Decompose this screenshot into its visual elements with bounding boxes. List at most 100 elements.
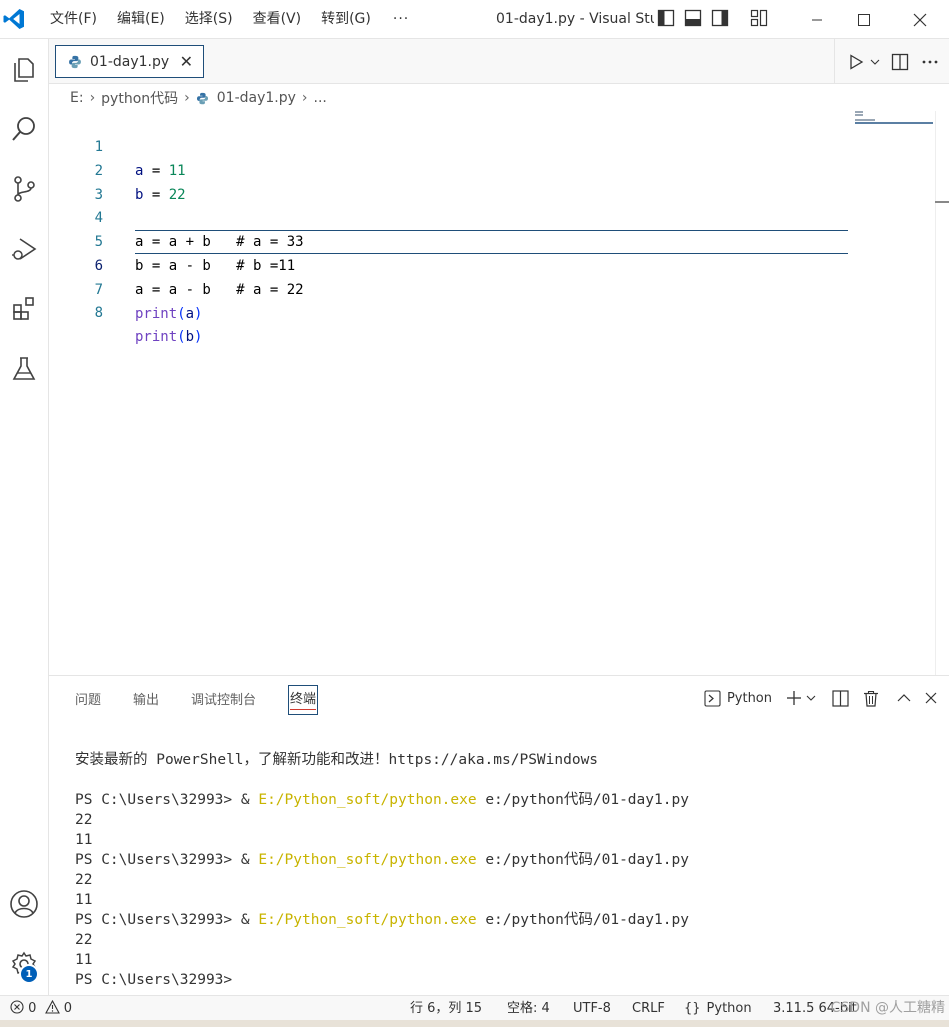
code-line: 8 print(b): [49, 277, 203, 345]
terminal-output-line: 22: [75, 812, 93, 828]
maximize-button[interactable]: [841, 0, 887, 39]
close-window-button[interactable]: [897, 0, 943, 39]
code-line-current: 6 a = a - b # a = 22: [49, 230, 304, 298]
toggle-secondary-sidebar-icon[interactable]: [711, 9, 729, 27]
run-dropdown-chevron-icon[interactable]: [869, 51, 881, 73]
window-title: 01-day1.py - Visual Studio Code: [496, 11, 654, 27]
toggle-panel-icon[interactable]: [684, 9, 702, 27]
code-line: 7 print(a): [49, 254, 203, 322]
problems-status[interactable]: 0 0: [10, 996, 72, 1021]
extensions-icon[interactable]: [0, 285, 48, 333]
run-debug-icon[interactable]: [0, 225, 48, 273]
close-tab-icon[interactable]: ✕: [180, 52, 193, 71]
menu-selection[interactable]: 选择(S): [175, 0, 243, 39]
line-number: 8: [94, 305, 103, 321]
breadcrumb-separator-icon: ›: [184, 90, 190, 106]
window-bottom-edge: [0, 1020, 949, 1027]
title-bar: 文件(F) 编辑(E) 选择(S) 查看(V) 转到(G) ··· 01-day…: [0, 0, 949, 39]
testing-icon[interactable]: [0, 345, 48, 393]
menu-more-button[interactable]: ···: [381, 11, 421, 27]
menu-view[interactable]: 查看(V): [243, 0, 312, 39]
code-line: 3: [49, 159, 103, 203]
tab-debug-console[interactable]: 调试控制台: [191, 689, 256, 708]
eol-status[interactable]: CRLF: [632, 996, 665, 1021]
terminal-output[interactable]: 安装最新的 PowerShell，了解新功能和改进！https://aka.ms…: [75, 750, 935, 990]
code-line: 1 a = 11: [49, 111, 186, 179]
editor-tabs-bar: 01-day1.py ✕: [49, 39, 949, 84]
new-terminal-plus-icon[interactable]: [786, 686, 802, 710]
terminal-command-line: PS C:\Users\32993> & E:/Python_soft/pyth…: [75, 912, 689, 928]
line-source: b = 22: [135, 187, 186, 203]
terminal-prompt-line: PS C:\Users\32993>: [75, 972, 241, 988]
tab-terminal-label: 终端: [290, 692, 317, 707]
vscode-logo-icon: [3, 9, 24, 29]
active-tab-underline: [290, 709, 317, 710]
explorer-icon[interactable]: [0, 45, 48, 93]
breadcrumb-file[interactable]: 01-day1.py: [217, 90, 296, 106]
maximize-panel-chevron-up-icon[interactable]: [897, 686, 911, 710]
terminal-profile-label: Python: [726, 690, 772, 706]
accounts-icon[interactable]: [0, 880, 48, 928]
line-source: b = a - b # b =11: [135, 258, 296, 274]
line-source: print(a): [135, 306, 203, 322]
line-source: print(b): [135, 329, 203, 345]
terminal-profile-button[interactable]: Python: [704, 686, 772, 710]
terminal-output-line: 22: [75, 872, 93, 888]
editor-scrollbar[interactable]: [935, 111, 949, 675]
terminal-output-line: 22: [75, 932, 93, 948]
braces-icon: {}: [684, 1001, 701, 1016]
python-file-icon: [69, 55, 81, 68]
watermark: CSDN @人工糖精: [830, 1000, 945, 1016]
error-icon: [10, 1000, 24, 1014]
close-panel-icon[interactable]: [925, 686, 937, 710]
menu-file[interactable]: 文件(F): [40, 0, 107, 39]
tab-01-day1-py[interactable]: 01-day1.py ✕: [55, 45, 204, 78]
line-source: a = a + b # a = 33: [135, 234, 304, 250]
breadcrumb-symbols[interactable]: ...: [314, 90, 327, 106]
activity-bar: 1: [0, 39, 49, 995]
python-file-icon: [196, 92, 208, 104]
terminal-output-line: 11: [75, 952, 93, 968]
minimize-button[interactable]: [794, 0, 840, 39]
line-source: a = 11: [135, 163, 186, 179]
encoding-status[interactable]: UTF-8: [573, 996, 611, 1021]
more-actions-icon[interactable]: [919, 51, 941, 73]
tab-output[interactable]: 输出: [133, 689, 159, 708]
line-source: a = a - b # a = 22: [135, 282, 304, 298]
split-terminal-icon[interactable]: [832, 686, 849, 710]
menu-go[interactable]: 转到(G): [311, 0, 381, 39]
status-bar: 0 0 行 6，列 15 空格: 4 UTF-8 CRLF {} Python 3…: [0, 995, 949, 1020]
tab-problems[interactable]: 问题: [75, 689, 101, 708]
warning-count: 0: [63, 1001, 72, 1016]
breadcrumb-separator-icon: ›: [301, 90, 308, 106]
menu-edit[interactable]: 编辑(E): [107, 0, 175, 39]
source-control-icon[interactable]: [0, 165, 48, 213]
toggle-primary-sidebar-icon[interactable]: [657, 9, 675, 27]
terminal-command-line: PS C:\Users\32993> & E:/Python_soft/pyth…: [75, 792, 689, 808]
run-python-file-icon[interactable]: [845, 51, 867, 73]
language-label: Python: [706, 1001, 752, 1016]
minimap[interactable]: [855, 111, 933, 131]
split-editor-icon[interactable]: [889, 51, 911, 73]
terminal-command-line: PS C:\Users\32993> & E:/Python_soft/pyth…: [75, 852, 689, 868]
breadcrumb-drive[interactable]: E:: [70, 90, 84, 106]
search-icon[interactable]: [0, 105, 48, 153]
breadcrumb: E: › python代码 › 01-day1.py › ...: [49, 85, 949, 111]
cursor-position[interactable]: 行 6，列 15: [410, 996, 482, 1021]
indentation-status[interactable]: 空格: 4: [507, 996, 550, 1021]
tab-terminal[interactable]: 终端: [288, 685, 319, 715]
kill-terminal-trash-icon[interactable]: [863, 686, 879, 710]
customize-layout-icon[interactable]: [750, 9, 768, 27]
code-editor[interactable]: 1 a = 11 2 b = 22 3 4 a = a + b # a = 33…: [49, 111, 949, 675]
terminal-icon: [704, 689, 721, 707]
tab-label: 01-day1.py: [90, 53, 170, 70]
terminal-dropdown-chevron-icon[interactable]: [806, 686, 816, 710]
breadcrumb-separator-icon: ›: [89, 90, 96, 106]
breadcrumb-folder[interactable]: python代码: [101, 88, 178, 108]
layout-controls: [657, 9, 768, 27]
language-mode[interactable]: {} Python: [684, 996, 752, 1021]
error-count: 0: [28, 1001, 37, 1016]
warning-icon: [44, 999, 60, 1014]
notification-badge: 1: [19, 964, 39, 984]
panel-actions: Python: [696, 686, 937, 710]
